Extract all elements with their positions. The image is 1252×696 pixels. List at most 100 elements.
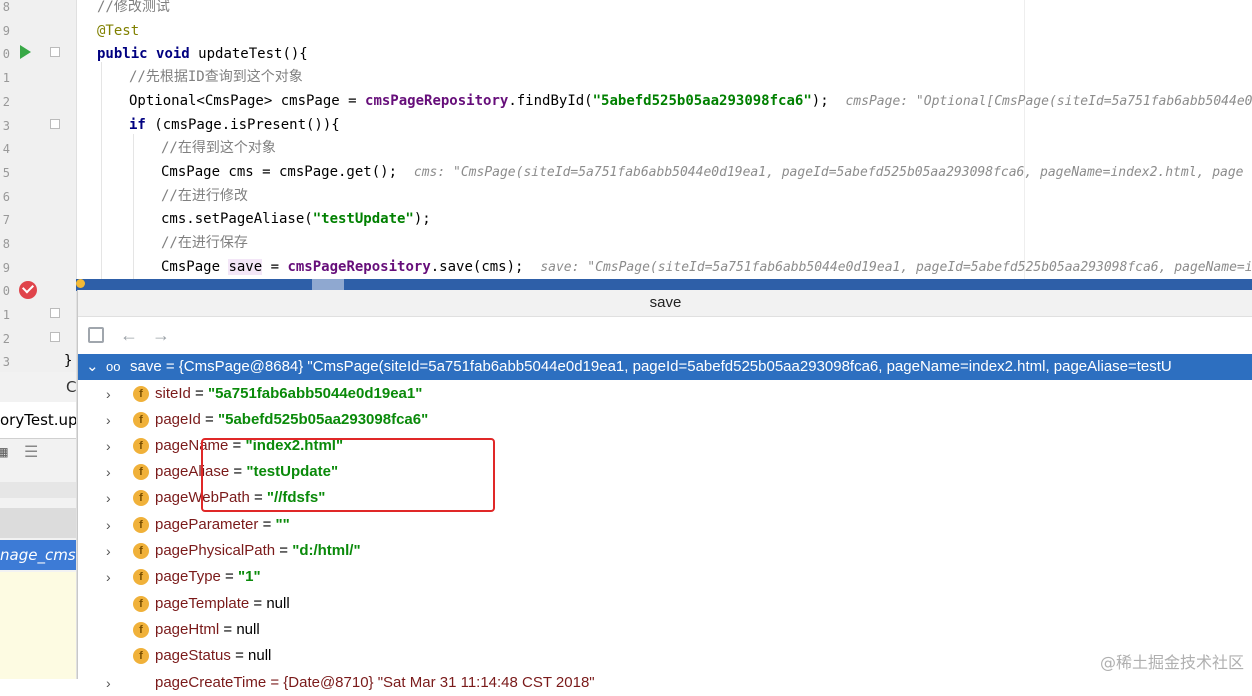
tree-row[interactable]: › f pagePhysicalPath = "d:/html/" (78, 538, 1252, 564)
line-number: 7 (2, 213, 10, 227)
code-keyword: public (97, 46, 148, 62)
code-text: .findById( (508, 93, 593, 109)
code-line[interactable]: if (cmsPage.isPresent()){ (129, 115, 340, 135)
code-comment: //在得到这个对象 (161, 140, 276, 156)
fold-marker-icon[interactable] (50, 308, 60, 318)
chevron-right-icon[interactable]: › (106, 381, 111, 407)
popup-title: save (78, 290, 1252, 317)
chevron-right-icon[interactable]: › (106, 538, 111, 564)
field-icon: f (133, 464, 149, 480)
field-name: pageTemplate (155, 595, 250, 612)
chevron-right-icon[interactable]: › (106, 407, 111, 433)
code-line[interactable]: //在进行保存 (161, 233, 248, 253)
chevron-right-icon[interactable]: › (106, 485, 111, 511)
line-number: 8 (2, 0, 10, 14)
chevron-right-icon[interactable]: › (106, 670, 111, 696)
code-text: ); (811, 93, 829, 109)
tree-row[interactable]: › f pageParameter = "" (78, 512, 1252, 538)
project-tree-selected-item[interactable]: nage_cms.c (0, 540, 76, 570)
code-comment: //修改测试 (97, 0, 170, 15)
tree-row[interactable]: › f pageId = "5abefd525b05aa293098fca6" (78, 407, 1252, 433)
line-number: 3 (2, 355, 10, 369)
fold-marker-icon[interactable] (50, 119, 60, 129)
chevron-down-icon[interactable]: ⌄ (86, 354, 99, 380)
line-number: 8 (2, 237, 10, 251)
code-text: (cmsPage.isPresent()){ (145, 117, 340, 133)
line-number: 1 (2, 71, 10, 85)
code-annotation: @Test (97, 23, 140, 39)
run-config-tab[interactable]: oryTest.upd (0, 402, 76, 439)
root-var-name: save (130, 358, 162, 375)
panel-tab-letter[interactable]: C (66, 378, 76, 396)
debug-inline-hint: cms: "CmsPage(siteId=5a751fab6abb5044e0d… (413, 165, 1244, 180)
code-keyword: if (129, 117, 146, 133)
tree-row[interactable]: f pageHtml = null (78, 617, 1252, 643)
field-value: "5a751fab6abb5044e0d19ea1" (207, 385, 423, 402)
code-string: "5abefd525b05aa293098fca6" (592, 93, 812, 109)
field-value: "5abefd525b05aa293098fca6" (218, 411, 429, 428)
fold-marker-icon[interactable] (50, 332, 60, 342)
field-value: "d:/html/" (292, 542, 361, 559)
field-value: "" (275, 516, 290, 533)
table-icon[interactable]: ▦ (0, 442, 8, 461)
code-line[interactable]: //在进行修改 (161, 186, 248, 206)
code-text: .save(cms); (430, 259, 524, 275)
code-line[interactable]: //在得到这个对象 (161, 138, 276, 158)
panel-toolbar: ▦ ☰ (0, 440, 76, 464)
right-margin-guide (1024, 0, 1025, 290)
forward-arrow-icon[interactable]: → (152, 326, 170, 344)
chevron-right-icon[interactable]: › (106, 433, 111, 459)
chevron-right-icon[interactable]: › (106, 459, 111, 485)
field-value: null (248, 647, 272, 664)
field-value: "1" (238, 568, 261, 585)
field-icon: f (133, 386, 149, 402)
tree-row[interactable]: › f siteId = "5a751fab6abb5044e0d19ea1" (78, 381, 1252, 407)
back-arrow-icon[interactable]: ← (120, 326, 138, 344)
code-line[interactable]: CmsPage cms = cmsPage.get(); cms: "CmsPa… (161, 162, 1244, 182)
chevron-right-icon[interactable]: › (106, 564, 111, 590)
field-icon: f (133, 490, 149, 506)
field-value: null (266, 595, 290, 612)
popup-toolbar: ← → (78, 317, 1252, 353)
project-tree-area (0, 572, 76, 679)
code-line[interactable]: //先根据ID查询到这个对象 (129, 67, 303, 87)
line-number: 0 (2, 284, 10, 298)
tree-row[interactable]: f pageStatus = null (78, 643, 1252, 669)
line-number: 3 (2, 119, 10, 133)
panel-divider (0, 482, 76, 498)
tree-row-partial[interactable]: › pageCreateTime = {Date@8710} "Sat Mar 3… (78, 670, 1252, 696)
run-test-icon[interactable] (20, 45, 31, 59)
code-line[interactable]: } (64, 351, 72, 371)
fold-marker-icon[interactable] (50, 47, 60, 57)
field-icon: f (133, 517, 149, 533)
line-number: 0 (2, 47, 10, 61)
code-text: CmsPage (161, 259, 229, 275)
line-number: 2 (2, 95, 10, 109)
code-comment: //先根据ID查询到这个对象 (129, 69, 303, 85)
tree-root-row[interactable]: ⌄ oo save = {CmsPage@8684} "CmsPage(site… (78, 354, 1252, 380)
code-text: ); (413, 211, 431, 227)
code-line[interactable]: cms.setPageAliase("testUpdate"); (161, 209, 431, 229)
field-name: siteId (155, 385, 191, 402)
code-line[interactable]: @Test (97, 21, 139, 41)
highlight-annotation-box (201, 438, 495, 512)
field-name: pageHtml (155, 621, 220, 638)
code-line[interactable]: public void updateTest(){ (97, 44, 308, 64)
field-name: pageType (155, 568, 221, 585)
tree-row[interactable]: › f pageType = "1" (78, 564, 1252, 590)
tree-row[interactable]: f pageTemplate = null (78, 591, 1252, 617)
sort-icon[interactable]: ☰ (24, 442, 38, 461)
code-line[interactable]: //修改测试 (97, 0, 170, 17)
open-in-watches-icon[interactable] (88, 327, 104, 343)
field-name: pageStatus (155, 647, 231, 664)
field-icon: f (133, 569, 149, 585)
field-value: null (236, 621, 260, 638)
code-line[interactable]: Optional<CmsPage> cmsPage = cmsPageRepos… (129, 91, 1252, 111)
field-icon: f (133, 596, 149, 612)
indent-guide (133, 134, 134, 290)
field-name: pagePhysicalPath (155, 542, 276, 559)
code-line[interactable]: CmsPage save = cmsPageRepository.save(cm… (161, 257, 1252, 277)
breakpoint-icon[interactable] (19, 281, 37, 299)
debug-inline-hint: save: "CmsPage(siteId=5a751fab6abb5044e0… (540, 260, 1252, 275)
chevron-right-icon[interactable]: › (106, 512, 111, 538)
